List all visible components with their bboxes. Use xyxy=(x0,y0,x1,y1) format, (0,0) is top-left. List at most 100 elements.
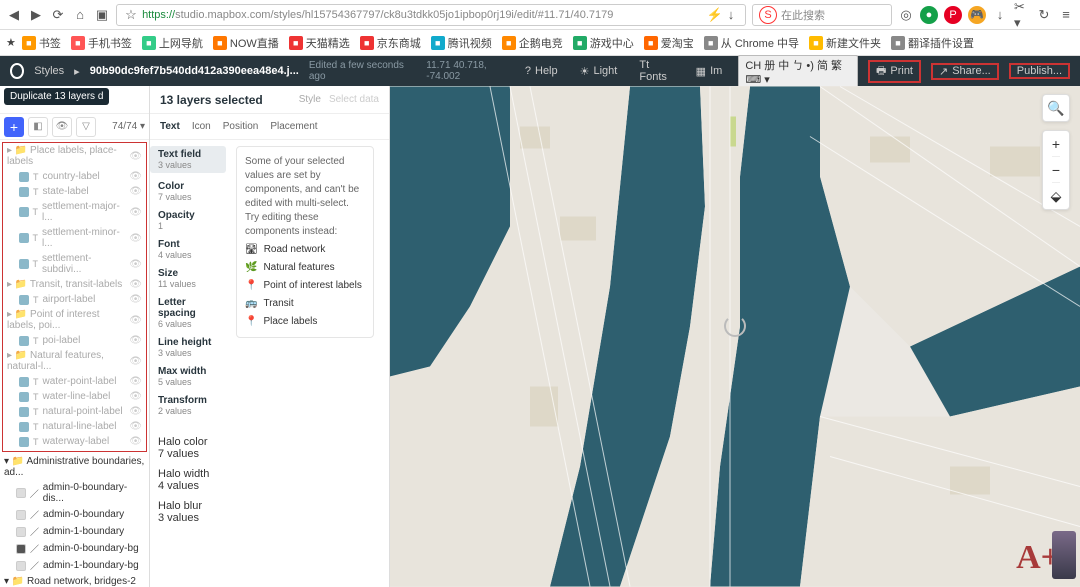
scissors-icon[interactable]: ✂︎▾ xyxy=(1014,7,1030,23)
download-icon[interactable]: ↓ xyxy=(992,7,1008,23)
light-button[interactable]: ☀Light xyxy=(574,65,624,78)
bookmark-item[interactable]: ■爱淘宝 xyxy=(640,35,698,51)
visibility-icon[interactable]: 👁 xyxy=(129,406,142,417)
layer-group[interactable]: ▸ 📁 Transit, transit-labels👁 xyxy=(3,277,146,292)
property-item[interactable]: Halo color7 values xyxy=(158,436,381,460)
bookmark-item[interactable]: ■手机书签 xyxy=(67,35,136,51)
mapbox-logo-icon[interactable] xyxy=(10,63,24,79)
visibility-icon[interactable]: 👁 xyxy=(129,376,142,387)
bookmark-item[interactable]: ■新建文件夹 xyxy=(805,35,885,51)
component-link[interactable]: 📍Point of interest labels xyxy=(245,279,365,293)
bookmark-item[interactable]: ■翻译插件设置 xyxy=(887,35,978,51)
layer-item[interactable]: ／ admin-0-boundary xyxy=(0,506,149,523)
component-link[interactable]: 🛣Road network xyxy=(245,243,365,257)
layer-item[interactable]: ／ admin-0-boundary-dis... xyxy=(0,480,149,506)
layer-tool-2[interactable]: 👁 xyxy=(52,117,72,137)
styles-link[interactable]: Styles xyxy=(34,65,64,77)
publish-button[interactable]: Publish... xyxy=(1009,63,1070,79)
bookmark-item[interactable]: ■游戏中心 xyxy=(569,35,638,51)
zoom-out-button[interactable]: − xyxy=(1052,157,1060,183)
layer-item[interactable]: T waterway-label👁 xyxy=(3,434,146,449)
layer-item[interactable]: T settlement-subdivi...👁 xyxy=(3,251,146,277)
share-button[interactable]: ↗Share... xyxy=(931,63,999,80)
layer-item[interactable]: T state-label👁 xyxy=(3,184,146,199)
visibility-icon[interactable]: 👁 xyxy=(129,315,142,326)
bookmark-item[interactable]: ■书签 xyxy=(18,35,65,51)
layer-group[interactable]: ▸ 📁 Point of interest labels, poi...👁 xyxy=(3,307,146,333)
url-input[interactable]: ☆ https://studio.mapbox.com/styles/hl157… xyxy=(116,4,746,26)
bookmark-item[interactable]: ■腾讯视频 xyxy=(427,35,496,51)
layer-item[interactable]: T airport-label👁 xyxy=(3,292,146,307)
print-button[interactable]: 🖶Print xyxy=(868,60,921,83)
tab-position[interactable]: Position xyxy=(223,121,259,132)
pinterest-icon[interactable]: P xyxy=(944,6,962,24)
visibility-icon[interactable]: 👁 xyxy=(129,186,142,197)
ext-icon-3[interactable]: 🎮 xyxy=(968,6,986,24)
component-link[interactable]: 🚌Transit xyxy=(245,297,365,311)
layer-item[interactable]: T water-line-label👁 xyxy=(3,389,146,404)
compass-button[interactable]: ⬙ xyxy=(1051,183,1062,209)
property-item[interactable]: Max width5 values xyxy=(158,366,222,387)
property-item[interactable]: Halo width4 values xyxy=(158,468,381,492)
layer-item[interactable]: T settlement-minor-l...👁 xyxy=(3,225,146,251)
menu-icon[interactable]: ≡ xyxy=(1058,7,1074,23)
tab-icon[interactable]: Icon xyxy=(192,121,211,132)
url-action-icon[interactable]: ⚡ xyxy=(707,7,723,23)
restore-icon[interactable]: ↻ xyxy=(1036,7,1052,23)
forward-icon[interactable]: ▶ xyxy=(28,7,44,23)
tab-placement[interactable]: Placement xyxy=(270,121,317,132)
tab-text[interactable]: Text xyxy=(160,121,180,132)
home-icon[interactable]: ⌂ xyxy=(72,7,88,23)
visibility-icon[interactable]: 👁 xyxy=(129,171,142,182)
property-item[interactable]: Halo blur3 values xyxy=(158,500,381,524)
apps-icon[interactable]: ◎ xyxy=(898,7,914,23)
dropdown-icon[interactable]: ↓ xyxy=(723,7,739,23)
bookmark-item[interactable]: ■从 Chrome 中导 xyxy=(700,35,803,51)
property-item[interactable]: Text field3 values xyxy=(150,146,226,173)
visibility-icon[interactable]: 👁 xyxy=(129,207,142,218)
search-input[interactable]: S 在此搜索 xyxy=(752,4,892,26)
layer-tool-1[interactable]: ◧ xyxy=(28,117,48,137)
layer-item[interactable]: ／ admin-0-boundary-bg xyxy=(0,540,149,557)
visibility-icon[interactable]: 👁 xyxy=(129,279,142,290)
bookmark-item[interactable]: ■企鹅电竞 xyxy=(498,35,567,51)
layer-item[interactable]: T settlement-major-l...👁 xyxy=(3,199,146,225)
layer-item[interactable]: T water-point-label👁 xyxy=(3,374,146,389)
layer-group[interactable]: ▾ 📁 Administrative boundaries, ad... xyxy=(0,454,149,480)
layer-group[interactable]: ▸ 📁 Road network, road-labels👁 xyxy=(3,449,146,452)
property-item[interactable]: Color7 values xyxy=(158,181,222,202)
bookmark-item[interactable]: ■上网导航 xyxy=(138,35,207,51)
style-name[interactable]: 90b90dc9fef7b540dd412a390eea48e4.j... xyxy=(90,65,299,77)
property-item[interactable]: Letter spacing6 values xyxy=(158,297,222,329)
zoom-in-button[interactable]: + xyxy=(1052,131,1060,157)
map-search-control[interactable]: 🔍 xyxy=(1042,94,1070,122)
layer-item[interactable]: T country-label👁 xyxy=(3,169,146,184)
layer-group[interactable]: ▸ 📁 Natural features, natural-l...👁 xyxy=(3,348,146,374)
bookmark-item[interactable]: ■NOW直播 xyxy=(209,35,283,51)
visibility-icon[interactable]: 👁 xyxy=(129,391,142,402)
property-item[interactable]: Opacity1 xyxy=(158,210,222,231)
tab-icon[interactable]: ▣ xyxy=(94,7,110,23)
layer-item[interactable]: T natural-line-label👁 xyxy=(3,419,146,434)
select-data-link[interactable]: Select data xyxy=(329,94,379,105)
images-button[interactable]: ▦Im xyxy=(690,65,729,78)
visibility-icon[interactable]: 👁 xyxy=(129,436,142,447)
component-link[interactable]: 📍Place labels xyxy=(245,315,365,329)
ime-toolbar[interactable]: CH 册 中 ㄅ •) 简 繁 ⌨ ▾ xyxy=(738,55,858,88)
fonts-button[interactable]: Tt Fonts xyxy=(633,59,679,83)
map-canvas[interactable]: 🔍 + − ⬙ A+ xyxy=(390,86,1080,587)
bookmark-item[interactable]: ■京东商城 xyxy=(356,35,425,51)
visibility-icon[interactable]: 👁 xyxy=(129,151,142,162)
layer-item[interactable]: T poi-label👁 xyxy=(3,333,146,348)
property-item[interactable]: Size11 values xyxy=(158,268,222,289)
property-item[interactable]: Font4 values xyxy=(158,239,222,260)
component-link[interactable]: 🌿Natural features xyxy=(245,261,365,275)
add-layer-button[interactable]: + xyxy=(4,117,24,137)
layer-item[interactable]: T natural-point-label👁 xyxy=(3,404,146,419)
style-link[interactable]: Style xyxy=(299,94,321,105)
property-item[interactable]: Line height3 values xyxy=(158,337,222,358)
layer-filter-button[interactable]: ▽ xyxy=(76,117,96,137)
layer-item[interactable]: ／ admin-1-boundary xyxy=(0,523,149,540)
back-icon[interactable]: ◀ xyxy=(6,7,22,23)
visibility-icon[interactable]: 👁 xyxy=(129,421,142,432)
